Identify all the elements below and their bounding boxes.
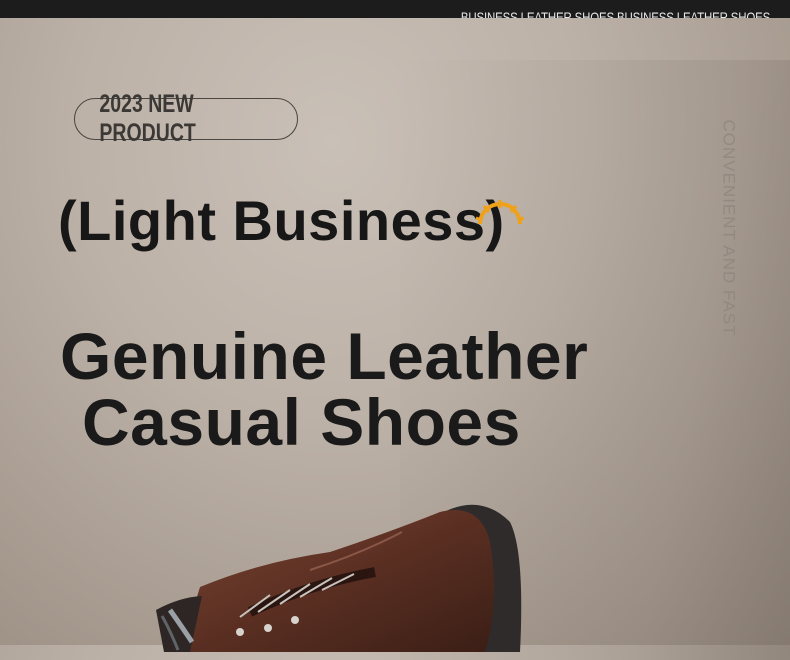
subtitle: (Light Business) bbox=[58, 189, 505, 252]
side-caption: CONVENIENT AND FAST bbox=[690, 105, 768, 350]
badge-label: 2023 NEW PRODUCT bbox=[99, 90, 196, 147]
sun-icon bbox=[475, 200, 525, 225]
top-marquee-text: BUSINESS LEATHER SHOES BUSINESS LEATHER … bbox=[460, 9, 770, 18]
headline-line-2: Casual Shoes bbox=[82, 385, 521, 459]
new-product-badge: 2023 NEW PRODUCT bbox=[74, 90, 298, 147]
headline-line-1: Genuine Leather bbox=[60, 319, 589, 393]
side-caption-text: CONVENIENT AND FAST bbox=[720, 118, 739, 337]
leather-shoe-image bbox=[156, 504, 522, 652]
top-bar: BUSINESS LEATHER SHOES BUSINESS LEATHER … bbox=[0, 0, 790, 18]
